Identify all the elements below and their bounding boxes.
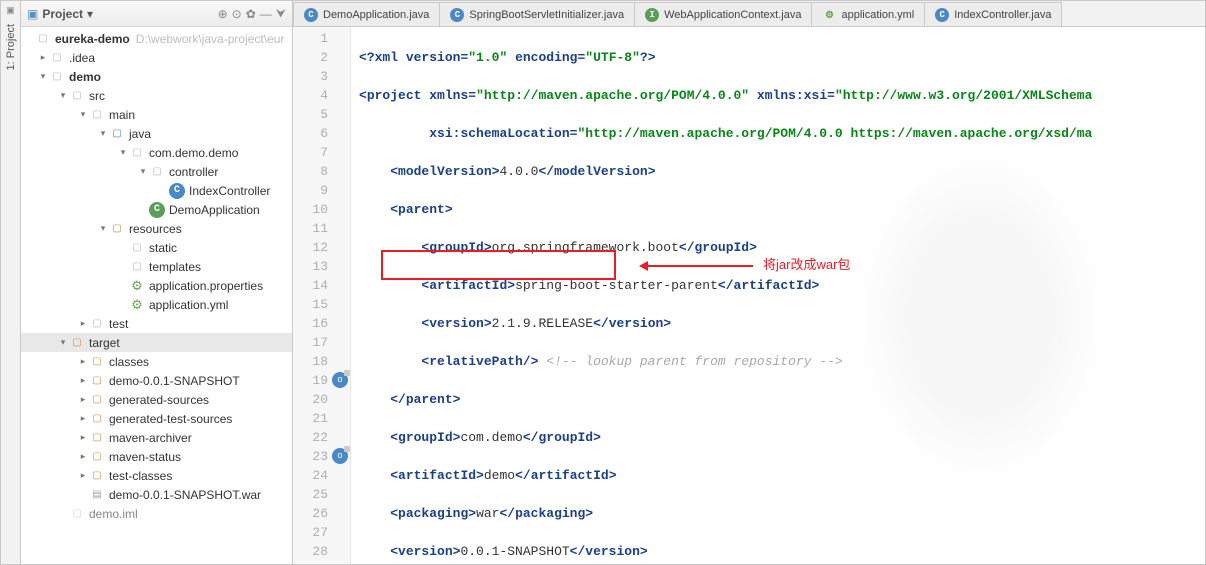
app-root: ▣ 1: Project ▣ Project ▾ ⊕ ⊙ ✿ — ⮟ ▾▢ eu… [0, 0, 1206, 565]
tree-test[interactable]: ▸▢test [21, 314, 292, 333]
gutter-override-icon[interactable]: o [332, 448, 348, 464]
tree-target[interactable]: ▾▢target [21, 333, 292, 352]
tree-appprops[interactable]: ▸⚙application.properties [21, 276, 292, 295]
editor-area: CDemoApplication.java CSpringBootServlet… [293, 1, 1205, 564]
project-view-icon: ▣ [27, 7, 38, 21]
tree-demo-snapshot[interactable]: ▸▢demo-0.0.1-SNAPSHOT [21, 371, 292, 390]
tree-java[interactable]: ▾▢java [21, 124, 292, 143]
hide-icon[interactable]: ⮟ [276, 6, 286, 21]
tree-src[interactable]: ▾▢src [21, 86, 292, 105]
tool-tab-icon: ▣ [6, 5, 15, 16]
tree-idea[interactable]: ▸▢.idea [21, 48, 292, 67]
code-editor[interactable]: 123 456 789 101112 131415 161718 192021 … [293, 27, 1205, 564]
code-content[interactable]: <?xml version="1.0" encoding="UTF-8"?> <… [351, 27, 1205, 564]
tree-demo-iml[interactable]: ▸▢demo.iml [21, 504, 292, 523]
locate-icon[interactable]: ⊙ [232, 7, 242, 21]
project-header: ▣ Project ▾ ⊕ ⊙ ✿ — ⮟ [21, 1, 292, 27]
tab-springbootservlet[interactable]: CSpringBootServletInitializer.java [439, 2, 635, 26]
tree-pkg[interactable]: ▾▢com.demo.demo [21, 143, 292, 162]
tree-static[interactable]: ▸▢static [21, 238, 292, 257]
project-pane: ▣ Project ▾ ⊕ ⊙ ✿ — ⮟ ▾▢ eureka-demo D:\… [21, 1, 293, 564]
tree-generated-sources[interactable]: ▸▢generated-sources [21, 390, 292, 409]
yaml-icon: ⚙ [822, 8, 836, 22]
tree-maven-status[interactable]: ▸▢maven-status [21, 447, 292, 466]
tree-indexcontroller[interactable]: ▸CIndexController [21, 181, 292, 200]
tool-tab-project[interactable]: 1: Project [5, 24, 17, 70]
tree-root[interactable]: ▾▢ eureka-demo D:\webwork\java-project\e… [21, 29, 292, 48]
settings-icon[interactable]: ✿ [246, 7, 256, 21]
project-view-dropdown[interactable]: ▾ [87, 7, 93, 21]
java-class-icon: C [304, 8, 318, 22]
tree-templates[interactable]: ▸▢templates [21, 257, 292, 276]
java-class-icon: C [450, 8, 464, 22]
tree-controller[interactable]: ▾▢controller [21, 162, 292, 181]
tree-test-classes[interactable]: ▸▢test-classes [21, 466, 292, 485]
tab-webappcontext[interactable]: IWebApplicationContext.java [634, 2, 812, 26]
tree-classes[interactable]: ▸▢classes [21, 352, 292, 371]
java-class-icon: C [935, 8, 949, 22]
project-view-label[interactable]: Project [42, 7, 83, 21]
tree-maven-archiver[interactable]: ▸▢maven-archiver [21, 428, 292, 447]
tree-resources[interactable]: ▾▢resources [21, 219, 292, 238]
tree-demo[interactable]: ▾▢demo [21, 67, 292, 86]
tree-war-file[interactable]: ▸▤demo-0.0.1-SNAPSHOT.war [21, 485, 292, 504]
expand-all-icon[interactable]: ⊕ [218, 7, 228, 21]
tree-root-label: eureka-demo [55, 32, 130, 46]
tab-demoapplication[interactable]: CDemoApplication.java [293, 2, 440, 26]
tab-indexcontroller[interactable]: CIndexController.java [924, 2, 1062, 26]
line-gutter: 123 456 789 101112 131415 161718 192021 … [293, 27, 351, 564]
annotation-arrow [643, 265, 753, 267]
annotation-text: 将jar改成war包 [763, 255, 850, 274]
tree-generated-test-sources[interactable]: ▸▢generated-test-sources [21, 409, 292, 428]
project-tree[interactable]: ▾▢ eureka-demo D:\webwork\java-project\e… [21, 27, 292, 564]
tree-demoapplication[interactable]: ▸CDemoApplication [21, 200, 292, 219]
tree-main[interactable]: ▾▢main [21, 105, 292, 124]
tree-appyml[interactable]: ▸⚙application.yml [21, 295, 292, 314]
tab-applicationyml[interactable]: ⚙application.yml [811, 2, 925, 26]
gutter-override-icon[interactable]: o [332, 372, 348, 388]
editor-tabs: CDemoApplication.java CSpringBootServlet… [293, 1, 1205, 27]
tool-window-bar: ▣ 1: Project [1, 1, 21, 564]
split-icon[interactable]: — [260, 7, 272, 21]
tree-root-path: D:\webwork\java-project\eur [136, 32, 285, 46]
java-interface-icon: I [645, 8, 659, 22]
